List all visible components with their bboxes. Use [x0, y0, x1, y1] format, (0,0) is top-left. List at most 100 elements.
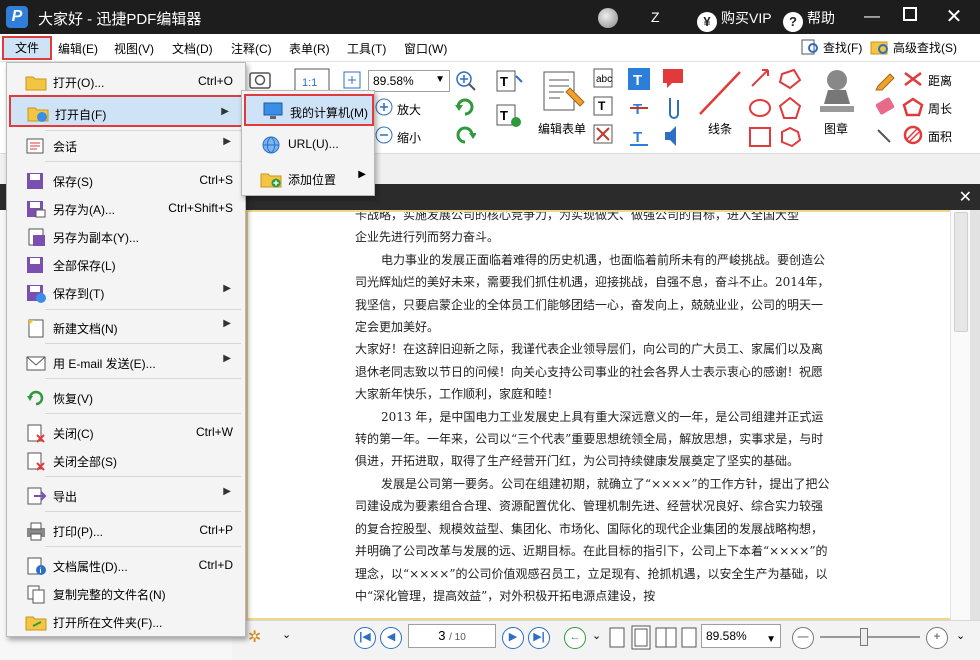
menu-view[interactable]: 视图(V) — [114, 40, 154, 57]
help-label: 帮助 — [807, 10, 835, 26]
document-properties-icon: i — [27, 557, 46, 575]
zoom-slider[interactable] — [820, 628, 920, 646]
shrink-label[interactable]: 缩小 — [397, 129, 421, 146]
buy-vip-button[interactable]: ¥ 购买VIP — [697, 8, 772, 32]
help-button[interactable]: ? 帮助 — [783, 8, 835, 32]
add-location-icon — [260, 173, 282, 188]
zoom-out-button-icon[interactable] — [375, 126, 393, 144]
stamp-icon[interactable] — [814, 66, 860, 118]
back-history-icon[interactable]: ⌄ — [592, 629, 601, 642]
form-field-icons[interactable]: abc T — [592, 66, 614, 150]
user-account[interactable]: Z — [651, 9, 660, 25]
back-button[interactable]: ← — [564, 627, 586, 649]
zoom-out-icon[interactable]: — — [792, 627, 814, 649]
submenu-item-my-computer[interactable]: 我的计算机(M) — [244, 94, 374, 126]
text-tools-icons[interactable]: TTT — [626, 66, 652, 150]
shape-tools-icons[interactable] — [746, 66, 806, 152]
distance-label[interactable]: 距离 — [928, 72, 952, 89]
menu-item-export[interactable]: 导出 ▶ — [9, 482, 243, 508]
menu-item-new-document[interactable]: 新建文档(N) ▶ — [9, 314, 243, 340]
menu-item-save-to[interactable]: 保存到(T) ▶ — [9, 279, 243, 305]
perimeter-label[interactable]: 周长 — [928, 100, 952, 117]
area-label[interactable]: 面积 — [928, 128, 952, 145]
page-number-field[interactable]: 3 / 10 — [408, 624, 496, 648]
advanced-find-button[interactable]: 高级查找(S) — [870, 39, 957, 56]
menu-bar: 文件 编辑(E) 视图(V) 文档(D) 注释(C) 表单(R) 工具(T) 窗… — [0, 34, 980, 62]
menu-edit[interactable]: 编辑(E) — [58, 40, 98, 57]
menu-item-document-properties[interactable]: i 文档属性(D)... Ctrl+D — [9, 552, 243, 578]
fit-page-icon[interactable] — [342, 70, 362, 90]
zoom-slider-handle[interactable] — [860, 628, 868, 646]
menu-item-print[interactable]: 打印(P)... Ctrl+P — [9, 517, 243, 543]
line-label[interactable]: 线条 — [708, 120, 732, 137]
more-options-icon[interactable]: ⌄ — [956, 629, 965, 642]
rotate-left-icon[interactable] — [454, 97, 476, 117]
paragraph: 发展是公司第一要务。公司在组建初期，就确立了“××××”的工作方针，提出了把公司… — [355, 476, 830, 603]
menu-item-save-all[interactable]: 全部保存(L) — [9, 251, 243, 277]
zoom-in-icon[interactable]: + — [926, 627, 948, 649]
svg-text:T: T — [598, 99, 606, 113]
paragraph: 2013 年，是中国电力工业发展史上具有重大深远意义的一年，是公司组建并正式运转… — [355, 409, 824, 469]
zoom-in-button-icon[interactable] — [375, 98, 393, 116]
submenu-item-url[interactable]: URL(U)... — [244, 131, 374, 157]
perimeter-icon[interactable] — [902, 97, 924, 117]
menu-item-close[interactable]: 关闭(C) Ctrl+W — [9, 419, 243, 445]
edit-form-icon[interactable] — [540, 68, 586, 118]
skin-theme-icon[interactable] — [598, 8, 618, 28]
first-page-button[interactable]: |◀ — [354, 627, 376, 649]
settings-gear-icon[interactable]: ✲ — [248, 627, 261, 647]
next-page-button[interactable]: ▶ — [502, 627, 524, 649]
menu-item-save-copy[interactable]: 另存为副本(Y)... — [9, 223, 243, 249]
close-window-button[interactable]: ✕ — [942, 6, 966, 28]
expand-icon[interactable]: ⌄ — [282, 628, 291, 641]
minimize-button[interactable]: — — [860, 6, 884, 28]
scrollbar-thumb[interactable] — [954, 212, 968, 332]
distance-icon[interactable] — [902, 70, 924, 88]
rotate-right-icon[interactable] — [454, 125, 476, 145]
menu-item-save[interactable]: 保存(S) Ctrl+S — [9, 167, 243, 193]
close-tab-icon[interactable]: ✕ — [959, 187, 972, 207]
menu-item-open-from[interactable]: 打开自(F) ▶ — [9, 95, 243, 127]
menu-item-open[interactable]: 打开(O)... Ctrl+O — [9, 68, 243, 94]
menu-item-session[interactable]: 会话 ▶ — [9, 132, 243, 158]
stamp-label[interactable]: 图章 — [824, 120, 848, 137]
menu-tools[interactable]: 工具(T) — [347, 40, 386, 57]
zoom-in-icon[interactable] — [455, 70, 477, 92]
previous-page-button[interactable]: ◀ — [380, 627, 402, 649]
menu-item-copy-filename[interactable]: 复制完整的文件名(N) — [9, 580, 243, 606]
menu-item-restore[interactable]: 恢复(V) — [9, 384, 243, 410]
zoom-select[interactable]: 89.58% ▼ — [368, 70, 450, 92]
snapshot-icon[interactable] — [248, 68, 272, 90]
menu-item-close-all[interactable]: 关闭全部(S) — [9, 447, 243, 473]
submenu-item-add-location[interactable]: 添加位置 ▶ — [244, 165, 374, 191]
pen-eraser-icons[interactable] — [874, 68, 896, 146]
svg-text:T: T — [500, 108, 508, 123]
note-tools-icons[interactable] — [660, 66, 686, 150]
menu-item-email[interactable]: 用 E-mail 发送(E)... ▶ — [9, 349, 243, 375]
menu-item-open-containing-folder[interactable]: 打开所在文件夹(F)... — [9, 608, 243, 634]
menu-comment[interactable]: 注释(C) — [231, 40, 272, 57]
area-icon[interactable] — [902, 125, 924, 145]
maximize-button[interactable] — [898, 6, 922, 28]
menu-file[interactable]: 文件 — [2, 36, 52, 60]
advanced-find-label: 高级查找(S) — [893, 41, 957, 55]
line-tool-icon[interactable] — [696, 68, 744, 118]
last-page-button[interactable]: ▶| — [528, 627, 550, 649]
vertical-scrollbar[interactable] — [950, 210, 970, 620]
menu-separator — [45, 378, 241, 379]
close-all-icon — [27, 452, 45, 471]
find-button[interactable]: 查找(F) — [800, 39, 862, 56]
menu-item-save-as[interactable]: 另存为(A)... Ctrl+Shift+S — [9, 195, 243, 221]
add-text-field-icon[interactable]: T — [494, 102, 526, 130]
pdf-page: 卡战略，实施发展公司的核心竞争力，为实现做大、做强公司的目标，进入全国大型 企业… — [246, 210, 970, 620]
menu-form[interactable]: 表单(R) — [289, 40, 330, 57]
menu-window[interactable]: 窗口(W) — [404, 40, 447, 57]
select-text-icon[interactable]: T — [494, 68, 526, 96]
enlarge-label[interactable]: 放大 — [397, 101, 421, 118]
menu-document[interactable]: 文档(D) — [172, 40, 213, 57]
page-layout-icons[interactable] — [608, 625, 700, 651]
zoom-level-select[interactable]: 89.58% ▼ — [701, 624, 781, 648]
new-document-icon — [28, 319, 44, 338]
edit-form-label[interactable]: 编辑表单 — [538, 120, 586, 137]
total-pages: / 10 — [449, 632, 466, 643]
